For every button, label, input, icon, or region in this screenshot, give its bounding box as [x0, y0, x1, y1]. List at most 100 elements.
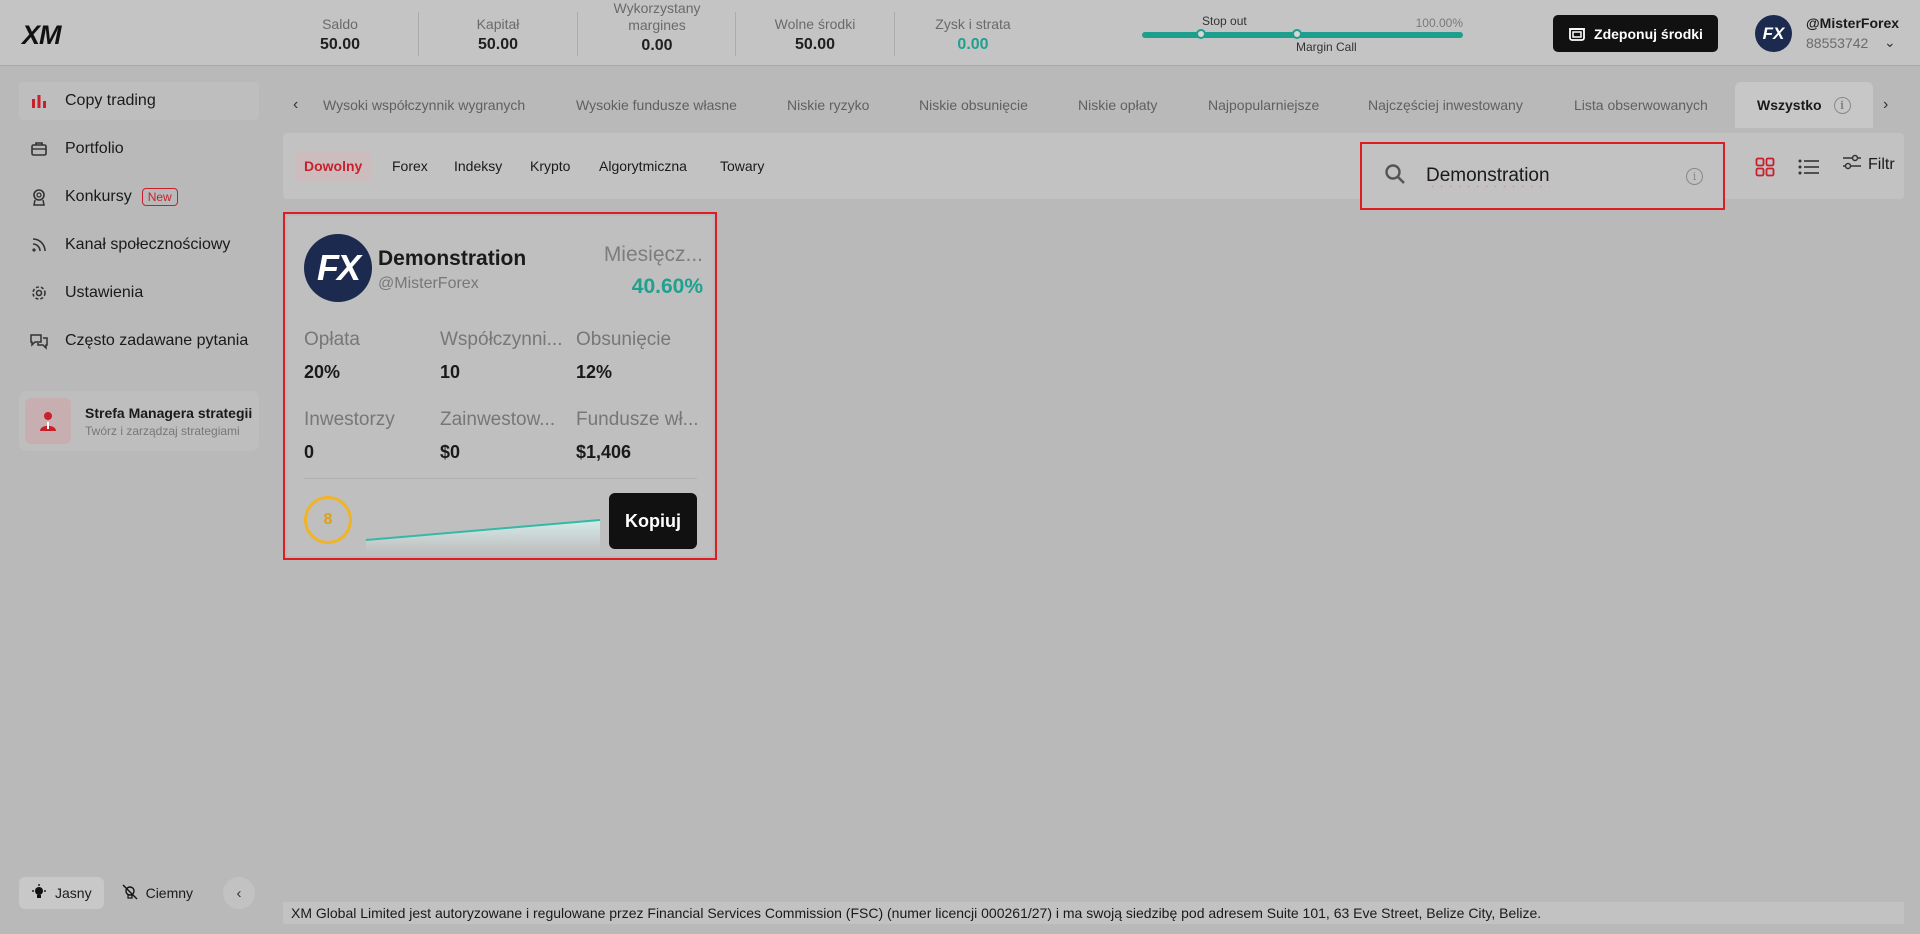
stat-balance-value: 50.00	[319, 36, 361, 53]
market-indices[interactable]: Indeksy	[445, 151, 511, 181]
metric-label: Zainwestow...	[440, 409, 556, 430]
tab-low-drawdown[interactable]: Niskie obsunięcie	[919, 82, 1028, 128]
xm-logo[interactable]: XM	[22, 20, 61, 51]
bar-chart-icon	[29, 91, 49, 111]
light-theme-button[interactable]: Jasny	[19, 877, 104, 909]
tab-high-equity[interactable]: Wysokie fundusze własne	[576, 82, 737, 128]
metric-label: Inwestorzy	[304, 409, 395, 430]
metric-value: 10	[440, 362, 461, 382]
return-value: 40.60%	[631, 275, 703, 298]
strategy-handle: @MisterForex	[378, 275, 479, 292]
stat-used-margin-label: Wykorzystany margines	[613, 0, 701, 33]
metric-investors: Inwestorzy 0	[304, 409, 432, 463]
tab-all-label: Wszystko	[1757, 97, 1822, 113]
stat-used-margin-value: 0.00	[641, 36, 673, 54]
strategy-card[interactable]: FX Demonstration @MisterForex Miesięcz..…	[287, 216, 713, 556]
tab-low-risk[interactable]: Niskie ryzyko	[787, 82, 869, 128]
divider	[894, 12, 895, 56]
dark-theme-label: Ciemny	[145, 885, 194, 901]
user-name[interactable]: @MisterForex	[1806, 15, 1899, 31]
search-box: i	[1360, 142, 1725, 210]
stat-balance: Saldo 50.00	[300, 10, 380, 60]
lightbulb-icon	[31, 883, 47, 903]
metric-value: $0	[440, 442, 461, 462]
stat-equity: Kapitał 50.00	[458, 10, 538, 60]
sidebar-item-label: Konkursy	[65, 188, 132, 205]
manager-zone-subtitle: Twórz i zarządzaj strategiami	[85, 423, 240, 438]
performance-sparkline	[365, 519, 601, 552]
stop-out-label: Stop out	[1202, 14, 1247, 28]
margin-percent: 100.00%	[1415, 16, 1463, 30]
strategy-manager-zone[interactable]: Strefa Managera strategii Twórz i zarząd…	[19, 391, 259, 451]
divider	[304, 478, 697, 479]
theme-switcher: Jasny Ciemny ‹	[19, 877, 256, 909]
light-theme-label: Jasny	[55, 885, 92, 901]
market-crypto[interactable]: Krypto	[521, 151, 579, 181]
search-input[interactable]	[1426, 165, 1666, 187]
stat-pnl: Zysk i strata 0.00	[923, 10, 1023, 60]
market-any[interactable]: Dowolny	[295, 151, 372, 181]
grid-view-icon[interactable]	[1752, 154, 1778, 180]
info-icon[interactable]: i	[1686, 167, 1703, 185]
divider	[418, 12, 419, 56]
copy-button[interactable]: Kopiuj	[609, 493, 697, 549]
regulatory-footer: XM Global Limited jest autoryzowane i re…	[283, 902, 1904, 924]
metric-label: Fundusze wł...	[576, 409, 699, 430]
gear-icon	[29, 283, 49, 303]
tab-most-invested[interactable]: Najczęściej inwestowany	[1368, 82, 1523, 128]
metric-label: Opłata	[304, 329, 360, 350]
tab-most-popular[interactable]: Najpopularniejsze	[1208, 82, 1319, 128]
sidebar-item-portfolio[interactable]: Portfolio	[19, 130, 259, 168]
info-icon[interactable]: i	[1833, 96, 1851, 114]
market-algorithmic[interactable]: Algorytmiczna	[590, 151, 696, 181]
sidebar-item-faq[interactable]: Często zadawane pytania	[19, 322, 259, 360]
sidebar-item-copy-trading[interactable]: Copy trading	[19, 82, 259, 120]
sidebar-item-label: Copy trading	[65, 92, 156, 109]
margin-level-bar: Stop out 100.00% Margin Call	[1142, 12, 1465, 56]
filter-label: Filtr	[1868, 155, 1895, 173]
return-period-label: Miesięcz...	[603, 243, 703, 266]
margin-track	[1142, 32, 1463, 38]
deposit-button-label: Zdeponuj środki	[1594, 25, 1703, 42]
deposit-button[interactable]: Zdeponuj środki	[1553, 15, 1718, 52]
user-avatar[interactable]: FX	[1755, 15, 1792, 52]
collapse-sidebar-button[interactable]: ‹	[223, 877, 256, 909]
list-view-icon[interactable]	[1796, 154, 1822, 180]
sidebar-item-label: Często zadawane pytania	[65, 332, 249, 349]
tab-low-fees[interactable]: Niskie opłaty	[1078, 82, 1157, 128]
stat-used-margin: Wykorzystany margines 0.00	[607, 0, 707, 54]
sidebar-item-settings[interactable]: Ustawienia	[19, 274, 259, 312]
metric-drawdown: Obsunięcie 12%	[576, 329, 704, 383]
metric-label: Obsunięcie	[576, 329, 672, 350]
chevron-right-icon[interactable]: ›	[1883, 96, 1888, 114]
sidebar-item-social-feed[interactable]: Kanał społecznościowy	[19, 226, 259, 264]
search-icon	[1384, 163, 1406, 190]
tab-watchlist[interactable]: Lista obserwowanych	[1574, 82, 1708, 128]
market-commodities[interactable]: Towary	[711, 151, 773, 181]
chevron-left-icon: ‹	[236, 884, 242, 902]
sidebar-item-label: Ustawienia	[65, 284, 144, 301]
stat-free-margin-value: 50.00	[794, 36, 836, 53]
chevron-down-icon[interactable]: ⌄	[1884, 34, 1896, 51]
metric-invested: Zainwestow... $0	[440, 409, 568, 463]
award-icon	[29, 187, 49, 207]
metric-own-funds: Fundusze wł... $1,406	[576, 409, 704, 463]
sidebar-item-label: Portfolio	[65, 140, 124, 157]
metric-value: 20%	[304, 362, 341, 382]
stat-equity-value: 50.00	[477, 36, 519, 53]
chevron-left-icon[interactable]: ‹	[293, 96, 298, 114]
sidebar-item-contests[interactable]: Konkursy New	[19, 178, 259, 216]
stat-pnl-value: 0.00	[957, 36, 989, 53]
rss-icon	[29, 235, 49, 255]
dark-theme-button[interactable]: Ciemny	[110, 877, 205, 909]
manager-icon	[25, 398, 71, 444]
top-header: XM Saldo 50.00 Kapitał 50.00 Wykorzystan…	[0, 0, 1920, 66]
market-forex[interactable]: Forex	[383, 151, 437, 181]
filter-button[interactable]: Filtr	[1842, 154, 1895, 175]
stop-out-marker	[1196, 29, 1206, 39]
tab-high-win-rate[interactable]: Wysoki współczynnik wygranych	[323, 82, 525, 128]
tab-all[interactable]: Wszystko i	[1735, 82, 1873, 128]
stat-free-margin-label: Wolne środki	[774, 16, 856, 32]
new-badge: New	[141, 188, 178, 206]
strategy-name[interactable]: Demonstration	[378, 247, 526, 271]
